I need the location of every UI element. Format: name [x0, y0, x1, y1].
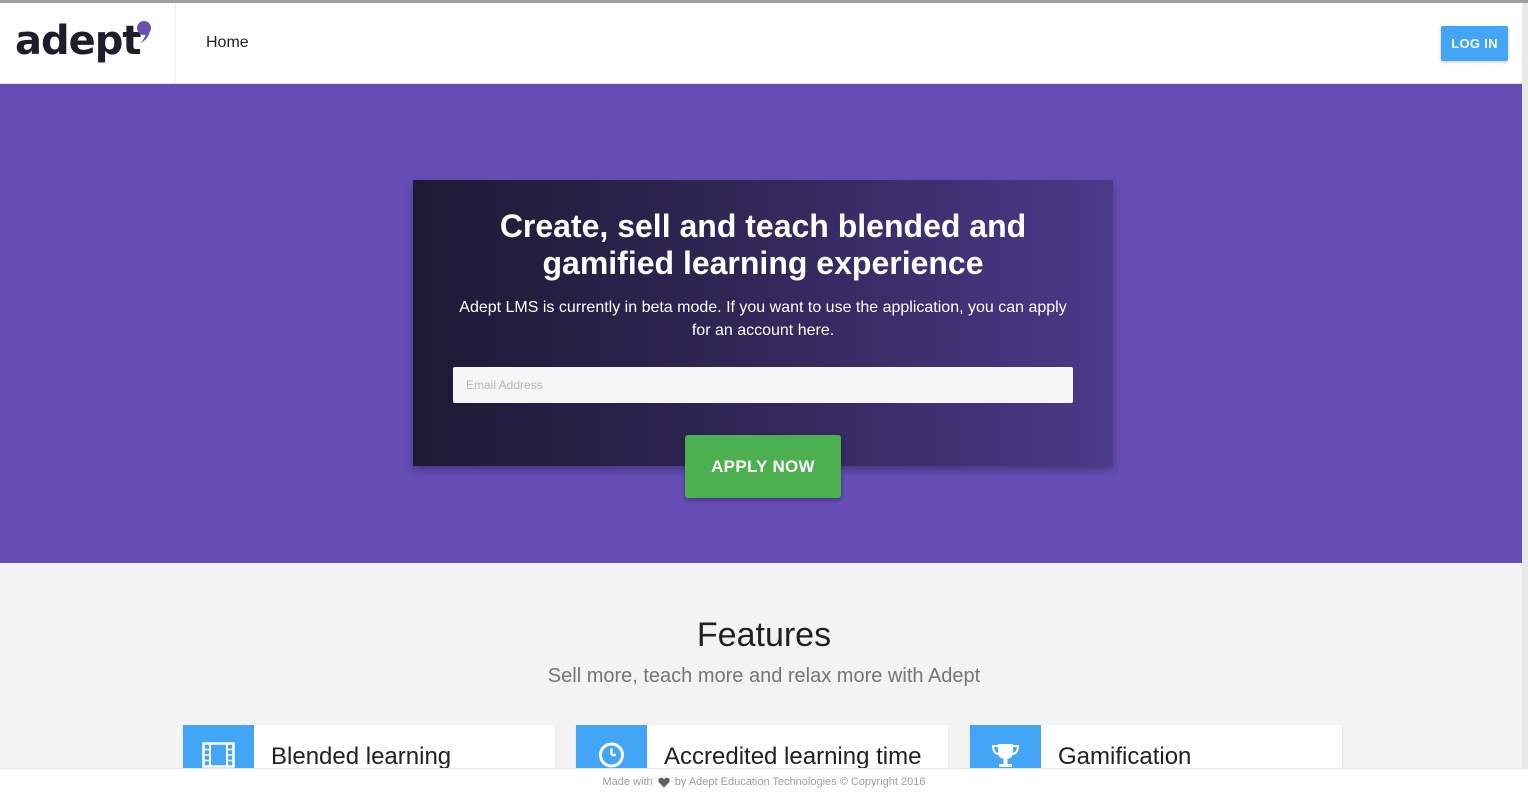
trophy-icon	[991, 744, 1020, 767]
email-input[interactable]	[453, 367, 1073, 403]
footer-text-before: Made with	[602, 776, 653, 788]
logo[interactable]: adept	[0, 3, 176, 83]
features-subtitle: Sell more, teach more and relax more wit…	[547, 665, 981, 687]
nav-home-link[interactable]: Home	[206, 32, 249, 54]
hero-section: Create, sell and teach blended and gamif…	[0, 84, 1522, 563]
hero-title: Create, sell and teach blended and gamif…	[499, 208, 1027, 281]
apply-now-button[interactable]: APPLY NOW	[685, 435, 841, 498]
film-icon	[202, 742, 235, 768]
hero-subtitle: Adept LMS is currently in beta mode. If …	[459, 299, 1067, 339]
footer-text-after: by Adept Education Technologies © Copyri…	[674, 776, 926, 788]
hero-card: Create, sell and teach blended and gamif…	[413, 180, 1113, 466]
features-title: Features	[696, 616, 832, 654]
footer: Made with by Adept Education Technologie…	[0, 768, 1528, 795]
navbar: adept Home LOG IN	[0, 3, 1522, 84]
login-button[interactable]: LOG IN	[1441, 26, 1508, 61]
speech-bubble-icon	[137, 21, 151, 43]
heart-icon	[658, 777, 670, 788]
clock-icon	[599, 742, 624, 768]
logo-text: adept	[15, 18, 142, 64]
